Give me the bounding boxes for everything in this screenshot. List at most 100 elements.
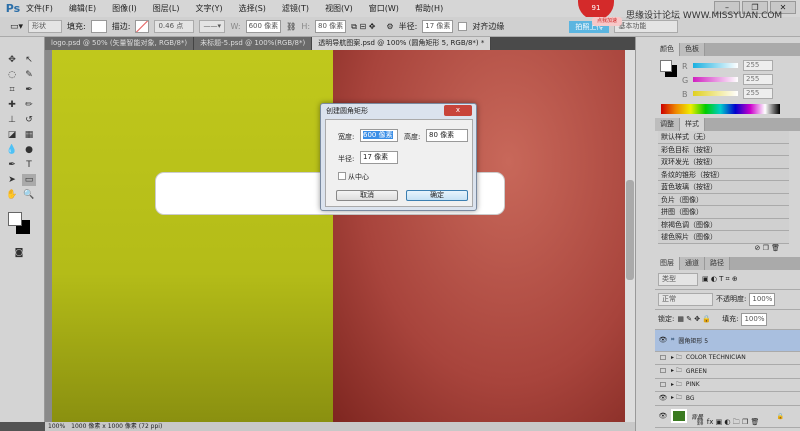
vertical-scrollbar[interactable] [625, 50, 635, 422]
menu-select[interactable]: 选择(S) [239, 3, 266, 14]
eye-off[interactable]: ☐ [655, 354, 671, 362]
style-item[interactable]: 褪色照片（图像） [658, 231, 789, 244]
lasso-tool-icon[interactable]: ◌ [5, 69, 19, 81]
eyedropper-icon[interactable]: ✒ [22, 84, 36, 96]
style-item[interactable]: 条纹的锥形（按钮） [658, 168, 789, 181]
dodge-tool-icon[interactable]: ● [22, 144, 36, 156]
layer-row[interactable]: 👁 ⌗ 圆角矩形 5 [655, 329, 800, 352]
fg-color-swatch[interactable] [660, 60, 672, 72]
eye-off[interactable]: ☐ [655, 367, 671, 375]
style-item[interactable]: 负片（图像） [658, 193, 789, 206]
artboard-tool-icon[interactable]: ↖ [22, 54, 36, 66]
style-item[interactable]: 双环发光（按钮） [658, 156, 789, 169]
layers-footer-icons[interactable]: ⛓ fx ▣ ◐ 🗀 ❐ 🗑 [655, 418, 800, 429]
link-icon[interactable]: ⛓ [286, 22, 296, 31]
pen-tool-icon[interactable]: ✒ [5, 159, 19, 171]
g-slider[interactable] [693, 77, 738, 82]
eraser-icon[interactable]: ◪ [5, 129, 19, 141]
radius-field[interactable]: 17 像素 [422, 20, 454, 33]
layer-row[interactable]: ☐ ▸ 🗀 COLOR TECHNICIAN [655, 352, 800, 365]
menu-view[interactable]: 视图(V) [325, 3, 353, 14]
menu-edit[interactable]: 编辑(E) [69, 3, 96, 14]
tab-styles[interactable]: 样式 [680, 118, 705, 131]
quick-select-icon[interactable]: ✎ [22, 69, 36, 81]
quick-mask-icon[interactable]: ◙ [12, 247, 26, 259]
style-item[interactable]: 蓝色玻璃（按钮） [658, 181, 789, 194]
stroke-swatch[interactable] [135, 20, 150, 33]
foreground-color[interactable] [8, 212, 22, 226]
dialog-radius-field[interactable]: 17 像素 [360, 151, 398, 164]
path-ops-icon[interactable]: ⧉ ⊟ ✥ [351, 22, 375, 32]
menu-window[interactable]: 窗口(W) [369, 3, 399, 14]
scrollbar-thumb[interactable] [626, 180, 634, 280]
menu-layer[interactable]: 图层(L) [153, 3, 180, 14]
dialog-height-field[interactable]: 80 像素 [426, 129, 468, 142]
rounded-rect-tool-icon[interactable]: ▭ [22, 174, 36, 186]
styles-footer-icons[interactable]: ⊘ ❐ 🗑 [658, 244, 800, 254]
r-value[interactable]: 255 [743, 60, 773, 71]
layer-row[interactable]: 👁 ▸ 🗀 BG [655, 392, 800, 406]
menu-type[interactable]: 文字(Y) [195, 3, 222, 14]
lock-icons[interactable]: ▦ ✎ ✥ 🔒 [677, 315, 711, 323]
blend-mode-select[interactable]: 正常 [658, 292, 713, 306]
layer-row[interactable]: ☐ ▸ 🗀 GREEN [655, 365, 800, 379]
eye-icon[interactable]: 👁 [655, 336, 671, 344]
gear-icon[interactable]: ⚙ [386, 22, 393, 31]
layer-row[interactable]: ☐ ▸ 🗀 PINK [655, 379, 800, 392]
gradient-icon[interactable]: ▦ [22, 129, 36, 141]
history-brush-icon[interactable]: ↺ [22, 114, 36, 126]
type-tool-icon[interactable]: T [22, 159, 36, 171]
shape-tool-icon[interactable]: ▭▾ [10, 22, 23, 32]
stamp-tool-icon[interactable]: ⊥ [5, 114, 19, 126]
tab-layers[interactable]: 图层 [655, 256, 680, 270]
path-select-icon[interactable]: ➤ [5, 174, 19, 186]
r-slider[interactable] [693, 63, 738, 68]
tab-untitled-5[interactable]: 未标题-5.psd @ 100%(RGB/8*) [194, 37, 313, 50]
style-item[interactable]: 彩色目标（按钮） [658, 143, 789, 156]
filter-icons[interactable]: ▣ ◐ T ⌗ ⊕ [702, 275, 738, 284]
move-tool-icon[interactable]: ✥ [5, 54, 19, 66]
b-slider[interactable] [693, 91, 738, 96]
b-value[interactable]: 255 [743, 88, 773, 99]
menu-filter[interactable]: 滤镜(T) [282, 3, 309, 14]
brush-tool-icon[interactable]: ✏ [22, 99, 36, 111]
menu-image[interactable]: 图像(I) [112, 3, 137, 14]
opacity-field[interactable]: 100% [749, 292, 776, 306]
speed-badge-label[interactable]: 点我加速 [592, 17, 622, 26]
width-field[interactable]: 600 像素 [245, 20, 282, 33]
stroke-width-field[interactable]: 0.46 点 [154, 20, 195, 33]
mode-select[interactable]: 形状 [28, 20, 63, 33]
fill-field[interactable]: 100% [741, 312, 768, 326]
tab-channels[interactable]: 通道 [680, 256, 705, 270]
layer-filter-select[interactable]: 类型 [658, 272, 698, 286]
tab-active-doc[interactable]: 透明导航图案.psd @ 100% (圆角矩形 5, RGB/8*) * [312, 37, 492, 50]
g-value[interactable]: 255 [743, 74, 773, 85]
menu-help[interactable]: 帮助(H) [415, 3, 443, 14]
tab-color[interactable]: 颜色 [655, 43, 680, 56]
style-item[interactable]: 拼图（图像） [658, 206, 789, 219]
dialog-width-field[interactable]: 600 像素 [360, 129, 398, 142]
heal-tool-icon[interactable]: ✚ [5, 99, 19, 111]
eye-off[interactable]: ☐ [655, 381, 671, 389]
collapsed-panel-dock[interactable] [635, 37, 655, 431]
tab-adjustments[interactable]: 调整 [655, 118, 680, 131]
cancel-button[interactable]: 取消 [336, 190, 398, 201]
blur-tool-icon[interactable]: 💧 [5, 144, 19, 156]
from-center-checkbox[interactable] [338, 172, 346, 180]
zoom-level[interactable]: 100% [48, 422, 65, 431]
workspace-select[interactable]: 基本功能 [614, 20, 679, 33]
fill-swatch[interactable] [90, 20, 107, 33]
ok-button[interactable]: 确定 [406, 190, 468, 201]
tab-logo[interactable]: logo.psd @ 50% (矢量智能对象, RGB/8*) [45, 37, 195, 50]
style-item[interactable]: 默认样式（无） [658, 131, 789, 144]
eye-icon[interactable]: 👁 [655, 394, 671, 402]
dialog-close-button[interactable]: x [444, 105, 472, 116]
crop-tool-icon[interactable]: ⌗ [5, 84, 19, 96]
height-field[interactable]: 80 像素 [315, 20, 347, 33]
tab-swatches[interactable]: 色板 [680, 43, 705, 56]
hand-tool-icon[interactable]: ✋ [5, 189, 19, 201]
style-item[interactable]: 棕褐色调（图像） [658, 218, 789, 231]
tab-paths[interactable]: 路径 [705, 256, 730, 270]
stroke-type-select[interactable]: ——▾ [199, 20, 226, 33]
align-edges-checkbox[interactable] [458, 22, 468, 31]
